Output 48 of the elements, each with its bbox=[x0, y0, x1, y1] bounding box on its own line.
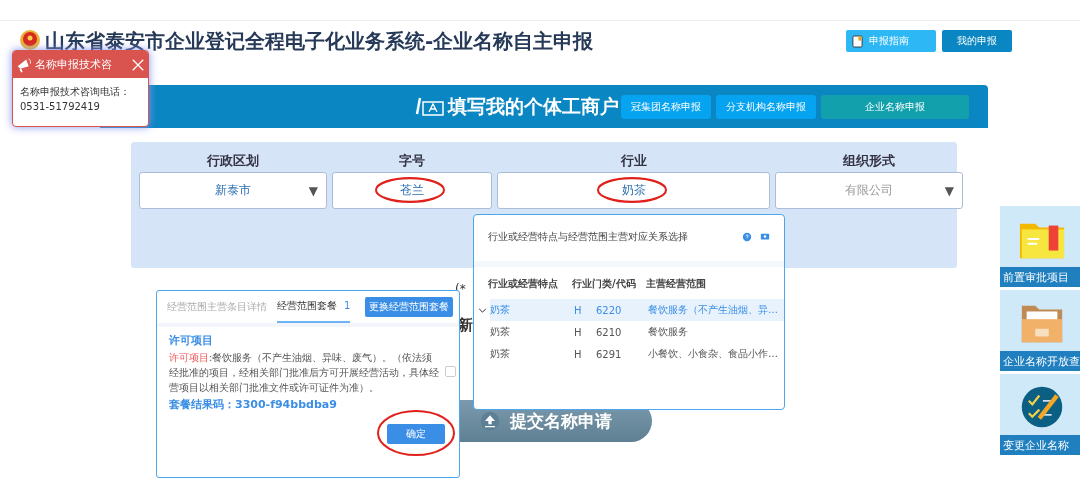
table-row[interactable]: 奶茶 H 6210 餐饮服务 bbox=[490, 321, 784, 343]
banner-tab[interactable]: 分支机构名称申报 bbox=[716, 94, 816, 119]
input-field[interactable]: 奶茶 bbox=[497, 172, 770, 209]
column-header: 行业门类/代码 bbox=[572, 277, 637, 291]
upload-icon bbox=[480, 411, 500, 431]
field-label: 行业 bbox=[620, 152, 647, 170]
close-icon[interactable] bbox=[131, 57, 145, 72]
checkbox[interactable] bbox=[445, 366, 456, 377]
field-label: 字号 bbox=[399, 152, 425, 170]
header-button[interactable]: 我的申报 bbox=[942, 30, 1012, 52]
scope-description: 许可项目:餐饮服务（不产生油烟、异味、废气）。（依法须经批准的项目，经相关部门批准后方可开展经营活动，具体经营项目以相关部门批准文件或许可证件为准）。 bbox=[169, 351, 440, 395]
side-tile[interactable]: 企业名称开放查 bbox=[1000, 290, 1080, 371]
chevron-icon[interactable] bbox=[477, 307, 487, 313]
help-icon[interactable] bbox=[742, 232, 752, 242]
megaphone-icon bbox=[16, 56, 33, 73]
chat-icon[interactable] bbox=[760, 232, 770, 242]
side-tile[interactable]: 前置审批项目 bbox=[1000, 206, 1080, 287]
popup-text: 0531-51792419 bbox=[20, 101, 101, 112]
emblem-icon bbox=[18, 29, 42, 53]
banner-tab[interactable]: 企业名称申报 bbox=[821, 94, 969, 119]
banner-tab[interactable]: 冠集团名称申报 bbox=[621, 94, 711, 119]
popup-text: 名称申报技术咨询电话： bbox=[20, 85, 131, 99]
dialog-title: 行业或经营特点与经营范围主营对应关系选择 bbox=[488, 230, 688, 244]
confirm-button[interactable]: 确定 bbox=[387, 424, 445, 444]
column-header: 主营经营范围 bbox=[646, 277, 707, 291]
result-code: 套餐结果码：3300-f94bbdba9 bbox=[169, 397, 338, 412]
header-button[interactable]: 申报指南 bbox=[846, 30, 936, 52]
banner-heading: 填写我的个体工商户 bbox=[448, 93, 619, 119]
table-row[interactable]: 奶茶 H 6220 餐饮服务（不产生油烟、异… bbox=[490, 299, 784, 321]
input-field[interactable]: 苍兰 bbox=[332, 172, 492, 209]
page-title: 山东省泰安市企业登记全程电子化业务系统-企业名称自主申报 bbox=[45, 27, 594, 55]
select-field[interactable]: 新泰市 ▼ bbox=[139, 172, 327, 209]
dropdown-caret[interactable]: ▼ bbox=[308, 183, 318, 198]
table-row[interactable]: 奶茶 H 6291 小餐饮、小食杂、食品小作… bbox=[490, 343, 784, 365]
tile-label: 前置审批项目 bbox=[1000, 267, 1080, 287]
dialog-tab[interactable]: 经营范围主营条目详情 bbox=[167, 291, 267, 323]
popup-title: 名称申报技术咨 bbox=[35, 57, 112, 72]
change-package-button[interactable]: 更换经营范围套餐 bbox=[365, 297, 453, 317]
tile-label: 变更企业名称 bbox=[1000, 435, 1080, 455]
book-icon bbox=[852, 34, 863, 48]
field-label: 组织形式 bbox=[843, 152, 895, 170]
column-header: 行业或经营特点 bbox=[488, 277, 559, 291]
section-title: 许可项目 bbox=[169, 333, 214, 348]
tile-label: 企业名称开放查 bbox=[1000, 351, 1080, 371]
field-label: 行政区划 bbox=[207, 152, 259, 170]
pen-icon bbox=[415, 96, 445, 117]
side-tile[interactable]: 变更企业名称 bbox=[1000, 374, 1080, 455]
dialog-tab[interactable]: 经营范围套餐 1 bbox=[277, 291, 351, 323]
